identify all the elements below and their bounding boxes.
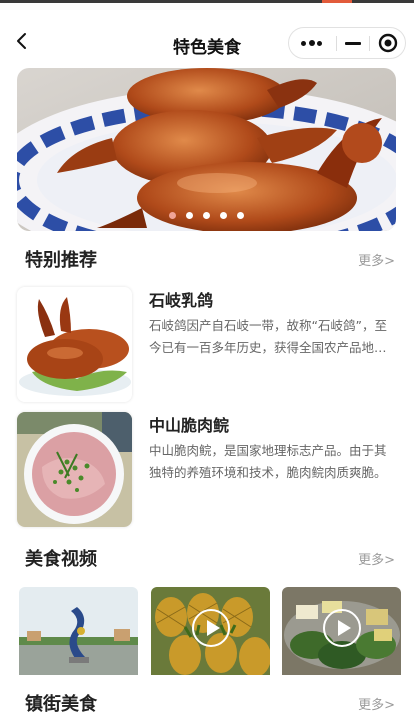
video-card[interactable] (282, 587, 401, 675)
carousel-dot[interactable] (169, 212, 176, 219)
more-button[interactable] (289, 28, 335, 58)
navbar: 特色美食 (0, 3, 414, 63)
carousel-dot[interactable] (203, 212, 210, 219)
capsule-divider (336, 36, 337, 51)
play-icon[interactable] (322, 609, 361, 647)
play-icon[interactable] (191, 609, 230, 647)
street-sculpture-image (19, 587, 138, 675)
carousel-dot[interactable] (220, 212, 227, 219)
close-button[interactable] (372, 28, 404, 58)
street-section-header: 镇街美食 更多> (25, 690, 395, 716)
video-card[interactable] (151, 587, 270, 675)
item-thumbnail (17, 287, 132, 402)
item-description: 石岐鸽因产自石岐一带，故称“石岐鸽”，至今已有一百多年历史，获得全国农产品地理标… (149, 318, 387, 355)
roast-pigeon-image (17, 287, 132, 402)
more-link[interactable]: 更多> (358, 694, 395, 713)
section-title: 镇街美食 (25, 694, 97, 715)
target-circle-icon (378, 33, 398, 53)
item-name: 石岐乳鸽 (149, 291, 214, 310)
more-link[interactable]: 更多> (358, 549, 395, 568)
minimize-icon (345, 42, 361, 45)
fish-slices-image (17, 412, 132, 527)
banner-carousel[interactable] (17, 68, 396, 231)
list-item[interactable]: 石岐乳鸽 石岐鸽因产自石岐一带，故称“石岐鸽”，至今已有一百多年历史，获得全国农… (17, 287, 387, 402)
item-thumbnail (17, 412, 132, 527)
video-section-header: 美食视频 更多> (25, 545, 395, 571)
carousel-dot[interactable] (237, 212, 244, 219)
mini-program-capsule (288, 27, 406, 59)
section-title: 特别推荐 (25, 250, 97, 271)
carousel-dot[interactable] (186, 212, 193, 219)
capsule-divider (369, 36, 370, 51)
list-item[interactable]: 中山脆肉鲩 中山脆肉鲩，是国家地理标志产品。由于其独特的养殖环境和技术，脆肉鲩肉… (17, 412, 387, 527)
minimize-button[interactable] (338, 28, 368, 58)
item-name: 中山脆肉鲩 (149, 416, 230, 435)
more-link[interactable]: 更多> (358, 250, 395, 269)
item-description: 中山脆肉鲩，是国家地理标志产品。由于其独特的养殖环境和技术，脆肉鲩肉质爽脆。 (149, 443, 387, 480)
video-card[interactable] (19, 587, 138, 675)
recommend-section-header: 特别推荐 更多> (25, 246, 395, 272)
section-title: 美食视频 (25, 549, 97, 570)
carousel-indicator (17, 204, 396, 223)
